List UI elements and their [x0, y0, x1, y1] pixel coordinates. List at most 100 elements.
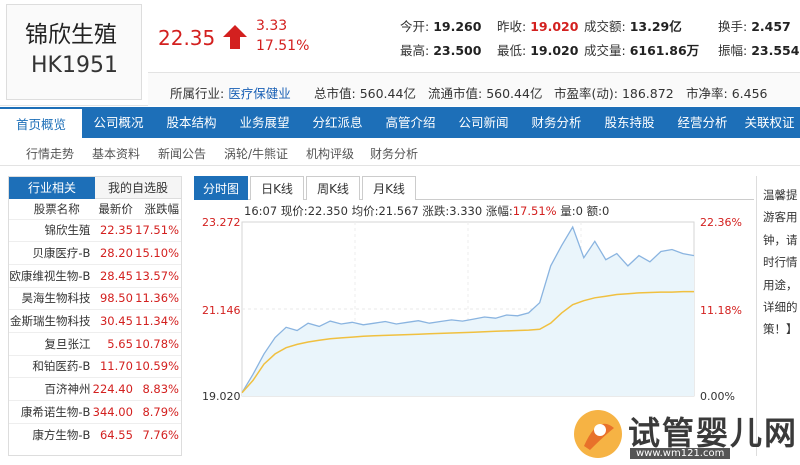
stat-value: 2.457 [751, 19, 791, 34]
price-cell: 28.20 [92, 241, 135, 265]
tab-industry-related[interactable]: 行业相关 [9, 177, 95, 199]
stock-name-cell: 贝康医疗-B [9, 241, 93, 265]
current-price: 22.35 [158, 26, 216, 50]
notice-line: 温馨提 [763, 188, 798, 202]
sub-nav: 行情走势 基本资料 新闻公告 涡轮/牛熊证 机构评级 财务分析 [0, 138, 800, 166]
price-cell: 98.50 [92, 286, 135, 310]
y-right-tick-mid: 11.18% [700, 304, 742, 317]
stock-name-box: 锦欣生殖 HK1951 [6, 4, 142, 100]
price-cell: 22.35 [92, 218, 135, 242]
subnav-warrants[interactable]: 涡轮/牛熊证 [224, 145, 288, 162]
y-tick-top: 23.272 [202, 216, 241, 229]
table-row[interactable]: 百济神州 224.40 8.83% [9, 377, 181, 401]
subnav-trend[interactable]: 行情走势 [26, 145, 74, 162]
chart-info-line: 16:07 现价:22.350 均价:21.567 涨跌:3.330 涨幅:17… [244, 203, 609, 219]
stat-open: 今开: 19.260 [400, 16, 481, 35]
table-row[interactable]: 康希诺生物-B 344.00 8.79% [9, 400, 181, 424]
market-cap: 总市值: 560.44亿 [314, 83, 416, 102]
stat-label: 成交额: [584, 19, 626, 34]
stock-name-cell: 康方生物-B [9, 422, 93, 446]
industry-link[interactable]: 医疗保健业 [228, 86, 291, 101]
info-value: 560.44亿 [486, 86, 543, 101]
y-right-tick-top: 22.36% [700, 216, 742, 229]
nav-tab-overview[interactable]: 首页概览 [0, 107, 82, 138]
subnav-ratings[interactable]: 机构评级 [306, 145, 354, 162]
stat-volume: 成交量: 6161.86万 [584, 40, 699, 59]
nav-tab-news[interactable]: 公司新闻 [447, 107, 520, 138]
table-row[interactable]: 贝康医疗-B 28.20 15.10% [9, 241, 181, 265]
pct-cell: 8.83% [134, 377, 181, 401]
nav-tab-dividend[interactable]: 分红派息 [301, 107, 374, 138]
chart-tabs: 分时图 日K线 周K线 月K线 [194, 176, 754, 200]
col-name: 股票名称 [33, 201, 80, 216]
notice-line: 策！】 [763, 322, 798, 337]
subnav-basic[interactable]: 基本资料 [92, 145, 140, 162]
tab-watchlist[interactable]: 我的自选股 [95, 177, 181, 199]
pct-cell: 17.51% [134, 218, 181, 242]
stock-name-cell: 复旦张江 [9, 331, 93, 356]
info-avg: 21.567 [378, 204, 419, 218]
tab-daily-k[interactable]: 日K线 [250, 176, 304, 200]
stat-high: 最高: 23.500 [400, 40, 481, 59]
table-row[interactable]: 金斯瑞生物科技 30.45 11.34% [9, 309, 181, 333]
tab-weekly-k[interactable]: 周K线 [306, 176, 360, 200]
stat-value: 23.554 [751, 43, 800, 58]
nav-tab-holders[interactable]: 股东持股 [593, 107, 666, 138]
stat-label: 振幅: [718, 43, 748, 58]
info-label: 市净率: [686, 86, 728, 101]
info-label: 总市值: [314, 86, 356, 101]
table-row[interactable]: 昊海生物科技 98.50 11.36% [9, 286, 181, 310]
info-row: 所属行业: 医疗保健业 总市值: 560.44亿 流通市值: 560.44亿 市… [148, 72, 800, 106]
stat-amplitude: 振幅: 23.554 [718, 40, 799, 59]
price-line [241, 225, 695, 394]
info-chg: 3.330 [449, 204, 483, 218]
table-row[interactable]: 欧康维视生物-B 28.45 13.57% [9, 263, 181, 288]
info-label: 涨跌: [422, 204, 450, 218]
nav-tab-finance[interactable]: 财务分析 [520, 107, 593, 138]
price-cell: 11.70 [92, 354, 135, 378]
info-now: 22.350 [307, 204, 348, 218]
info-value: 560.44亿 [359, 86, 416, 101]
info-label: 量: [560, 204, 576, 218]
nav-tab-outlook[interactable]: 业务展望 [228, 107, 301, 138]
table-header-row: 股票名称 最新价 涨跌幅 [9, 199, 181, 219]
plot-frame [241, 221, 695, 397]
stat-amount: 成交额: 13.29亿 [584, 16, 682, 35]
info-pct: 17.51% [512, 204, 557, 218]
tab-monthly-k[interactable]: 月K线 [362, 176, 416, 200]
price-cell: 5.65 [92, 331, 135, 356]
subnav-finance[interactable]: 财务分析 [370, 145, 418, 162]
info-label: 流通市值: [428, 86, 483, 101]
price-change: 3.33 [256, 18, 288, 34]
subnav-news[interactable]: 新闻公告 [158, 145, 206, 162]
nav-tab-executives[interactable]: 高管介绍 [374, 107, 447, 138]
nav-tab-operations[interactable]: 经营分析 [666, 107, 739, 138]
price-cell: 64.55 [92, 422, 135, 446]
info-vol: 0 [575, 204, 583, 218]
pct-cell: 10.78% [134, 331, 181, 356]
price-area-fill [242, 227, 694, 396]
watermark-url: www.wm121.com [630, 448, 731, 459]
pct-cell: 13.57% [134, 263, 181, 288]
tab-intraday[interactable]: 分时图 [194, 176, 248, 200]
nav-tab-warrants[interactable]: 关联权证 [739, 107, 800, 138]
stat-value: 13.29亿 [629, 19, 682, 34]
notice-line: 详细的 [763, 300, 798, 315]
stat-label: 成交量: [584, 43, 626, 58]
table-row[interactable]: 和铂医药-B 11.70 10.59% [9, 354, 181, 378]
pct-cell: 7.76% [134, 422, 181, 446]
nav-tab-company[interactable]: 公司概况 [82, 107, 155, 138]
stat-label: 今开: [400, 19, 430, 34]
info-label: 均价: [351, 204, 379, 218]
related-stocks-panel: 行业相关 我的自选股 股票名称 最新价 涨跌幅 锦欣生殖 22.35 17.51% 贝… [8, 176, 182, 456]
pct-cell: 8.79% [134, 400, 181, 424]
table-row[interactable]: 锦欣生殖 22.35 17.51% [9, 218, 181, 242]
price-cell: 28.45 [92, 263, 135, 288]
table-row[interactable]: 复旦张江 5.65 10.78% [9, 331, 181, 356]
info-time: 16:07 [244, 204, 278, 218]
col-price: 最新价 [98, 201, 133, 216]
table-row[interactable]: 康方生物-B 64.55 7.76% [9, 422, 181, 446]
nav-tab-shares[interactable]: 股本结构 [155, 107, 228, 138]
info-label: 现价: [280, 204, 308, 218]
stat-value: 19.260 [433, 19, 482, 34]
